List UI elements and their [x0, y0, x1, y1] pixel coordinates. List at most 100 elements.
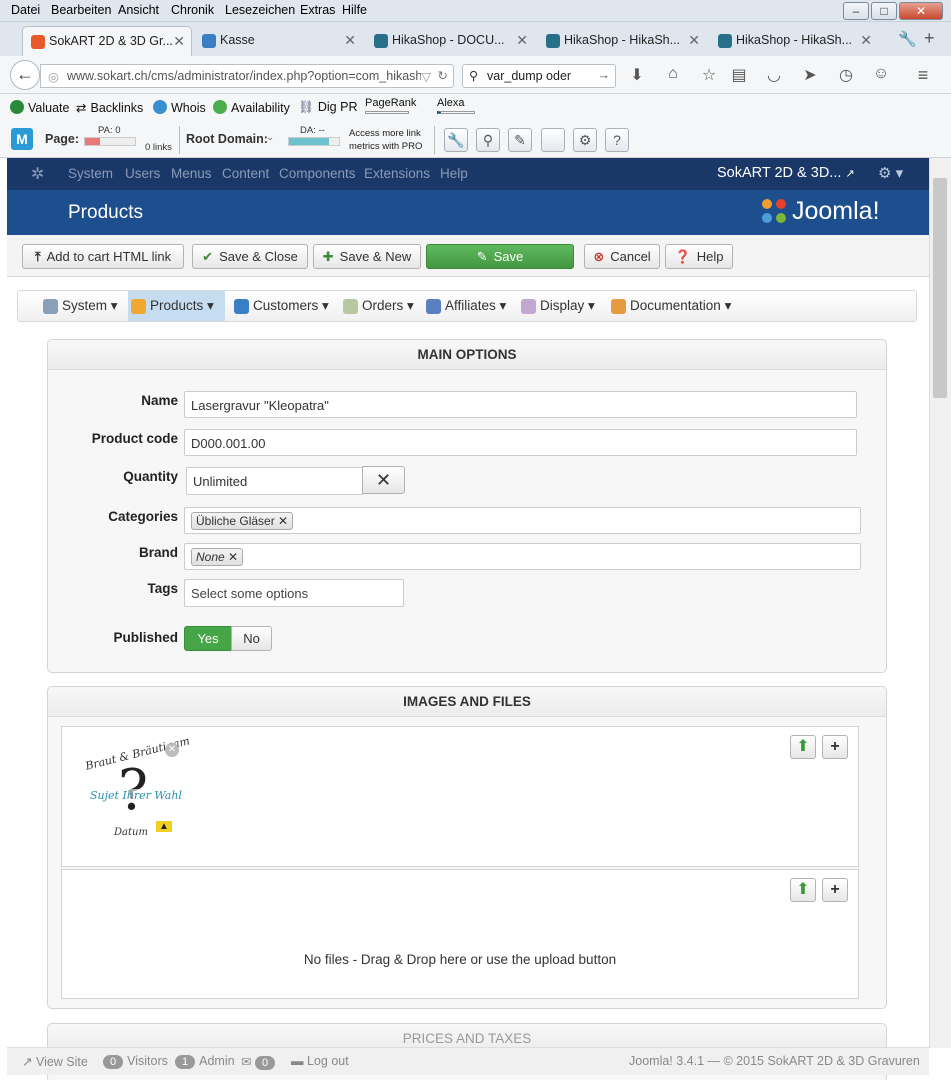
save-new-button[interactable]: ✚ Save & New — [313, 244, 421, 269]
add-file-button[interactable]: + — [822, 878, 848, 902]
reading-list-icon[interactable]: ▤ — [729, 65, 749, 85]
joomla-logo-icon[interactable]: ✲ — [31, 164, 44, 184]
tab-kasse[interactable]: Kasse ✕ — [194, 26, 362, 56]
pencil-tool-icon[interactable]: ✎ — [508, 128, 532, 152]
images-dropzone[interactable]: Braut & Bräutigam ? Sujet Ihrer Wahl Dat… — [61, 726, 859, 867]
close-icon[interactable]: ✕ — [173, 33, 185, 50]
clear-quantity-button[interactable]: ✕ — [362, 466, 405, 494]
save-close-button[interactable]: ✔ Save & Close — [192, 244, 308, 269]
gear-tool-icon[interactable]: ⚙ — [573, 128, 597, 152]
files-dropzone[interactable]: ⬆ + No files - Drag & Drop here or use t… — [61, 869, 859, 999]
cancel-button[interactable]: ⊗ Cancel — [584, 244, 660, 269]
quantity-field[interactable]: Unlimited — [186, 467, 364, 495]
hmenu-orders[interactable]: Orders ▾ — [340, 291, 418, 321]
wrench-tool-icon[interactable]: 🔧 — [444, 128, 468, 152]
jmenu-extensions[interactable]: Extensions — [364, 166, 430, 181]
save-button[interactable]: ✎ Save — [426, 244, 574, 269]
help-tool-icon[interactable]: ? — [605, 128, 629, 152]
add-image-button[interactable]: + — [822, 735, 848, 759]
menu-bearbeiten[interactable]: Bearbeiten — [51, 3, 111, 17]
published-no-button[interactable]: No — [231, 626, 272, 651]
jmenu-content[interactable]: Content — [222, 166, 269, 181]
close-window-button[interactable]: ✕ — [899, 2, 943, 20]
hmenu-documentation[interactable]: Documentation ▾ — [608, 291, 732, 321]
hmenu-affiliates[interactable]: Affiliates ▾ — [423, 291, 513, 321]
help-button[interactable]: ❓ Help — [665, 244, 733, 269]
download-icon[interactable]: ⬇ — [627, 65, 647, 85]
menu-chronik[interactable]: Chronik — [171, 3, 214, 17]
menu-extras[interactable]: Extras — [300, 3, 335, 17]
brand-field[interactable]: None ✕ — [184, 543, 861, 570]
published-yes-button[interactable]: Yes — [184, 626, 232, 651]
menu-hilfe[interactable]: Hilfe — [342, 3, 367, 17]
visitors-status[interactable]: 0 Visitors — [103, 1054, 168, 1069]
category-chip-label: Übliche Gläser — [196, 514, 275, 528]
logout-link[interactable]: ▬ Log out — [291, 1054, 349, 1068]
tab-hikashop-docu[interactable]: HikaShop - DOCU... ✕ — [366, 26, 534, 56]
blank-tool-button[interactable] — [541, 128, 565, 152]
search-tool-icon[interactable]: ⚲ — [476, 128, 500, 152]
remove-icon[interactable]: ✕ — [228, 550, 238, 564]
name-field[interactable]: Lasergravur "Kleopatra" — [184, 391, 857, 418]
close-icon[interactable]: ✕ — [344, 32, 356, 49]
go-arrow-icon[interactable]: → — [598, 68, 611, 82]
jmenu-components[interactable]: Components — [279, 166, 356, 181]
url-bar[interactable]: ◎ www.sokart.ch/cms/administrator/index.… — [40, 64, 454, 88]
pro-promo[interactable]: Access more link metrics with PRO — [349, 127, 422, 153]
delete-image-icon[interactable]: ✕ — [165, 743, 179, 757]
valuate-link[interactable]: Valuate — [10, 100, 69, 115]
menu-datei[interactable]: Datei — [11, 3, 40, 17]
categories-field[interactable]: Übliche Gläser ✕ — [184, 507, 861, 534]
messages-status[interactable]: ✉ 0 — [241, 1054, 279, 1070]
scrollbar-thumb[interactable] — [933, 178, 947, 398]
close-icon[interactable]: ✕ — [860, 32, 872, 49]
view-site-link[interactable]: ↗ View Site — [22, 1054, 88, 1069]
tab-hikashop-3[interactable]: HikaShop - HikaSh... ✕ — [710, 26, 878, 56]
upload-image-button[interactable]: ⬆ — [790, 735, 816, 759]
back-button[interactable]: ← — [10, 60, 40, 90]
site-link[interactable]: SokART 2D & 3D... ↗ — [717, 165, 855, 181]
hmenu-products[interactable]: Products ▾ — [128, 291, 225, 321]
close-icon[interactable]: ✕ — [516, 32, 528, 49]
menu-lesezeichen[interactable]: Lesezeichen — [225, 3, 295, 17]
menu-ansicht[interactable]: Ansicht — [118, 3, 159, 17]
maximize-button[interactable]: □ — [871, 2, 897, 20]
jmenu-help[interactable]: Help — [440, 166, 468, 181]
tab-hikashop-2[interactable]: HikaShop - HikaSh... ✕ — [538, 26, 706, 56]
send-icon[interactable]: ➤ — [800, 65, 820, 85]
jmenu-menus[interactable]: Menus — [171, 166, 212, 181]
new-tab-button[interactable]: + — [924, 28, 935, 49]
upload-file-button[interactable]: ⬆ — [790, 878, 816, 902]
settings-gear-icon[interactable]: ⚙ ▾ — [878, 164, 903, 182]
availability-link[interactable]: Availability — [213, 100, 290, 115]
digpr-link[interactable]: ⛓ Dig PR — [298, 100, 357, 115]
minimize-button[interactable]: – — [843, 2, 869, 20]
hmenu-customers[interactable]: Customers ▾ — [231, 291, 331, 321]
bookmark-star-icon[interactable]: ☆ — [699, 65, 719, 85]
smiley-icon[interactable]: ☺ — [871, 65, 891, 83]
valuate-label: Valuate — [28, 101, 70, 115]
home-icon[interactable]: ⌂ — [663, 65, 683, 83]
jmenu-users[interactable]: Users — [125, 166, 160, 181]
hamburger-menu-icon[interactable]: ≡ — [913, 65, 933, 86]
page-scrollbar[interactable] — [929, 158, 951, 1048]
dropdown-icon[interactable]: ▽ — [421, 69, 431, 84]
whois-link[interactable]: Whois — [153, 100, 206, 115]
chevron-down-icon[interactable]: ⌄ — [266, 132, 274, 143]
remove-icon[interactable]: ✕ — [278, 514, 288, 528]
add-to-cart-html-button[interactable]: ⤒ Add to cart HTML link — [22, 244, 184, 269]
tags-field[interactable]: Select some options — [184, 579, 404, 607]
close-icon[interactable]: ✕ — [688, 32, 700, 49]
admin-status[interactable]: 1 Admin — [175, 1054, 235, 1069]
product-code-field[interactable]: D000.001.00 — [184, 429, 857, 456]
moz-logo-icon[interactable]: M — [11, 128, 33, 150]
jmenu-system[interactable]: System — [68, 166, 113, 181]
history-icon[interactable]: ◷ — [836, 65, 856, 85]
pocket-icon[interactable]: ◡ — [764, 65, 784, 85]
tab-sokart[interactable]: SokART 2D & 3D Gr... ✕ — [22, 26, 192, 56]
search-input[interactable]: ⚲ var_dump oder → — [462, 64, 616, 88]
hmenu-display[interactable]: Display ▾ — [518, 291, 598, 321]
reload-icon[interactable]: ↻ — [437, 68, 448, 83]
backlinks-link[interactable]: ⇄ Backlinks — [76, 100, 143, 115]
wrench-icon[interactable]: 🔧 — [898, 30, 917, 48]
